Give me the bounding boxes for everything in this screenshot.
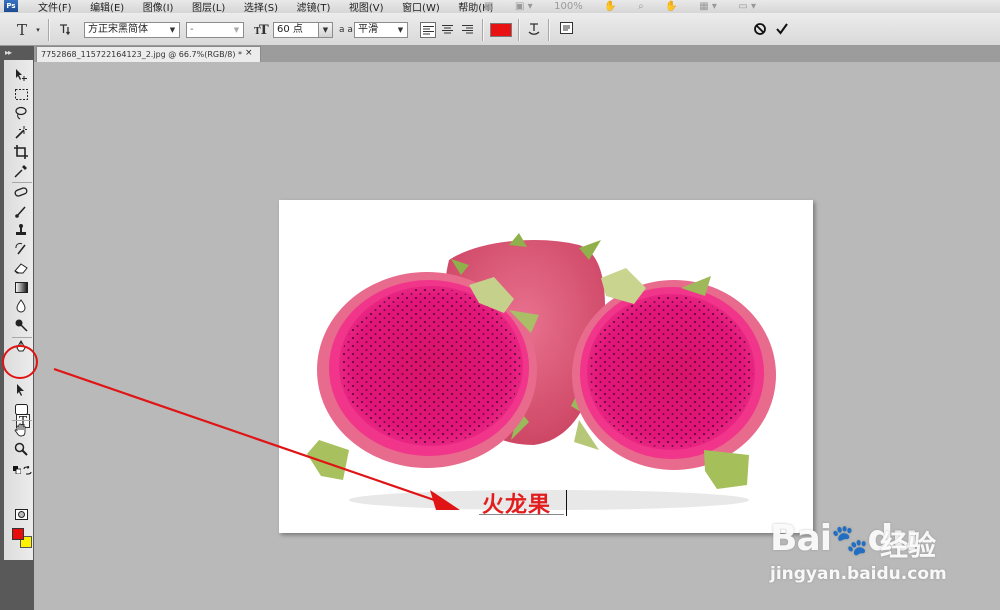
crop-tool-icon[interactable]	[12, 144, 30, 160]
menu-filter[interactable]: 滤镜(T)	[296, 0, 330, 13]
font-size-value: 60 点	[277, 24, 303, 35]
chevron-down-icon[interactable]: ▼	[230, 23, 243, 37]
antialias-select[interactable]: 平滑 ▼	[354, 22, 408, 38]
rotate-view-icon[interactable]: ✋	[665, 1, 677, 12]
hand-icon[interactable]: ✋	[604, 1, 616, 12]
lasso-tool-icon[interactable]	[12, 105, 30, 121]
jingyan-brand: 经验	[880, 529, 937, 562]
workspace-icon[interactable]: ▦ ▾	[699, 1, 717, 12]
menu-select[interactable]: 选择(S)	[244, 0, 278, 13]
commit-edits-icon[interactable]	[774, 22, 790, 38]
character-panel-icon[interactable]	[558, 22, 574, 38]
screen-mode-icon[interactable]: ▭ ▾	[738, 1, 756, 12]
clone-stamp-tool-icon[interactable]	[12, 222, 30, 238]
cancel-edits-icon[interactable]	[752, 22, 768, 38]
font-size-icon: TT	[254, 22, 270, 38]
eraser-tool-icon[interactable]	[12, 260, 30, 276]
svg-text:T: T	[259, 23, 269, 36]
brush-tool-icon[interactable]	[12, 203, 30, 219]
menu-items: 文件(F) 编辑(E) 图像(I) 图层(L) 选择(S) 滤镜(T) 视图(V…	[38, 0, 509, 13]
align-right-button[interactable]	[460, 22, 476, 38]
dragon-fruit-photo	[307, 233, 776, 510]
foreground-color-swatch[interactable]	[12, 528, 24, 540]
warp-text-icon[interactable]	[526, 22, 542, 38]
font-family-select[interactable]: 方正宋黑简体 ▼	[84, 22, 180, 38]
eyedropper-tool-icon[interactable]	[12, 163, 30, 179]
zoom-tool-icon[interactable]	[12, 441, 30, 457]
bridge-icon[interactable]: ▦	[484, 1, 493, 12]
document-tab-title: 7752868_115722164123_2.jpg @ 66.7%(RGB/8…	[36, 46, 261, 62]
move-tool-icon[interactable]	[12, 67, 30, 83]
pen-tool-icon[interactable]	[12, 339, 30, 355]
tool-preset-arrow-icon[interactable]: ▾	[30, 22, 46, 38]
tools-panel: ▸▸ T	[0, 46, 34, 610]
marquee-tool-icon[interactable]	[12, 86, 30, 102]
align-center-button[interactable]	[440, 22, 456, 38]
application-bar: ▦ ▣ ▾ 100% ✋ ⌕ ✋ ▦ ▾ ▭ ▾	[484, 0, 774, 12]
paw-icon: 🐾	[831, 523, 868, 558]
chevron-down-icon[interactable]: ▼	[166, 23, 179, 37]
font-size-select[interactable]: 60 点 ▼	[273, 22, 333, 38]
menu-view[interactable]: 视图(V)	[349, 0, 384, 13]
menu-window[interactable]: 窗口(W)	[402, 0, 440, 13]
text-insertion-cursor	[566, 490, 567, 516]
document-canvas[interactable]: 火龙果	[279, 200, 813, 533]
chevron-down-icon[interactable]: ▼	[318, 23, 332, 37]
options-bar: T ▾ 方正宋黑简体 ▼ - ▼ TT 60 点 ▼ a a 平滑 ▼	[0, 13, 1000, 46]
text-orientation-icon[interactable]	[57, 22, 73, 38]
menu-edit[interactable]: 编辑(E)	[90, 0, 124, 13]
shape-tool-icon[interactable]	[12, 401, 30, 417]
font-family-value: 方正宋黑简体	[88, 24, 148, 35]
tool-preset-icon[interactable]: T	[14, 22, 30, 38]
photoshop-logo: Ps	[4, 0, 18, 12]
zoom-level[interactable]: 100%	[554, 1, 583, 12]
align-right-icon	[462, 25, 473, 34]
menu-bar: Ps 文件(F) 编辑(E) 图像(I) 图层(L) 选择(S) 滤镜(T) 视…	[0, 0, 1000, 13]
align-left-button[interactable]	[420, 22, 436, 38]
gradient-tool-icon[interactable]	[12, 279, 30, 295]
tools-panel-body: T	[4, 60, 33, 560]
document-tab[interactable]: 7752868_115722164123_2.jpg @ 66.7%(RGB/8…	[36, 46, 261, 62]
panel-grip-icon[interactable]: ▸▸	[5, 48, 12, 57]
menu-image[interactable]: 图像(I)	[143, 0, 174, 13]
magic-wand-tool-icon[interactable]	[12, 124, 30, 140]
canvas-text-layer[interactable]: 火龙果	[482, 487, 551, 519]
history-brush-tool-icon[interactable]	[12, 241, 30, 257]
path-selection-tool-icon[interactable]	[12, 382, 30, 398]
zoom-icon[interactable]: ⌕	[638, 1, 644, 12]
text-color-swatch[interactable]	[490, 23, 512, 37]
dodge-tool-icon[interactable]	[12, 317, 30, 333]
antialias-icon: a a	[339, 25, 353, 35]
menu-file[interactable]: 文件(F)	[38, 0, 72, 13]
quick-mask-icon[interactable]	[12, 506, 30, 522]
chevron-down-icon[interactable]: ▼	[394, 23, 407, 37]
align-center-icon	[442, 25, 453, 34]
watermark-url: jingyan.baidu.com	[770, 564, 947, 584]
blur-tool-icon[interactable]	[12, 298, 30, 314]
antialias-value: 平滑	[358, 24, 378, 35]
baidu-jingyan-watermark: Bai🐾du 经验 jingyan.baidu.com	[770, 498, 995, 598]
font-style-value: -	[190, 24, 194, 35]
align-left-icon	[423, 26, 434, 35]
hand-tool-icon[interactable]	[12, 422, 30, 438]
close-icon[interactable]: ×	[245, 48, 253, 58]
font-style-select[interactable]: - ▼	[186, 22, 244, 38]
arrange-icon[interactable]: ▣ ▾	[515, 1, 533, 12]
menu-layer[interactable]: 图层(L)	[192, 0, 225, 13]
healing-brush-tool-icon[interactable]	[12, 184, 30, 200]
